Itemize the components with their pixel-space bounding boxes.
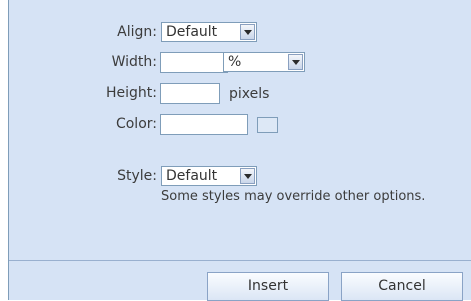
style-select-value: Default (166, 168, 218, 184)
align-row: Align: Default (9, 21, 471, 43)
width-unit-select[interactable]: % (223, 52, 305, 72)
color-label: Color: (115, 116, 157, 132)
align-select[interactable]: Default (161, 22, 257, 42)
color-swatch-icon[interactable] (257, 117, 278, 133)
color-row: Color: (9, 113, 471, 135)
height-label: Height: (106, 85, 157, 101)
color-input[interactable] (160, 114, 248, 135)
button-bar: Insert Cancel (9, 260, 471, 301)
cancel-button[interactable]: Cancel (341, 272, 463, 301)
align-select-value: Default (166, 24, 218, 40)
style-row: Style: Default (9, 165, 471, 187)
height-row: Height: pixels (9, 82, 471, 104)
width-label: Width: (111, 54, 157, 70)
chevron-down-icon[interactable] (288, 54, 303, 70)
style-label: Style: (117, 168, 157, 184)
chevron-down-icon[interactable] (240, 168, 255, 184)
chevron-down-icon[interactable] (240, 24, 255, 40)
width-unit-value: % (228, 54, 242, 70)
insert-dialog: Align: Default Width: % Height: pixels C… (8, 0, 471, 301)
insert-button[interactable]: Insert (207, 272, 329, 301)
align-label: Align: (117, 24, 157, 40)
height-unit-label: pixels (229, 86, 270, 102)
style-note: Some styles may override other options. (161, 189, 426, 204)
style-select[interactable]: Default (161, 166, 257, 186)
height-input[interactable] (160, 83, 220, 104)
width-input[interactable] (160, 52, 228, 73)
width-row: Width: % (9, 51, 471, 73)
